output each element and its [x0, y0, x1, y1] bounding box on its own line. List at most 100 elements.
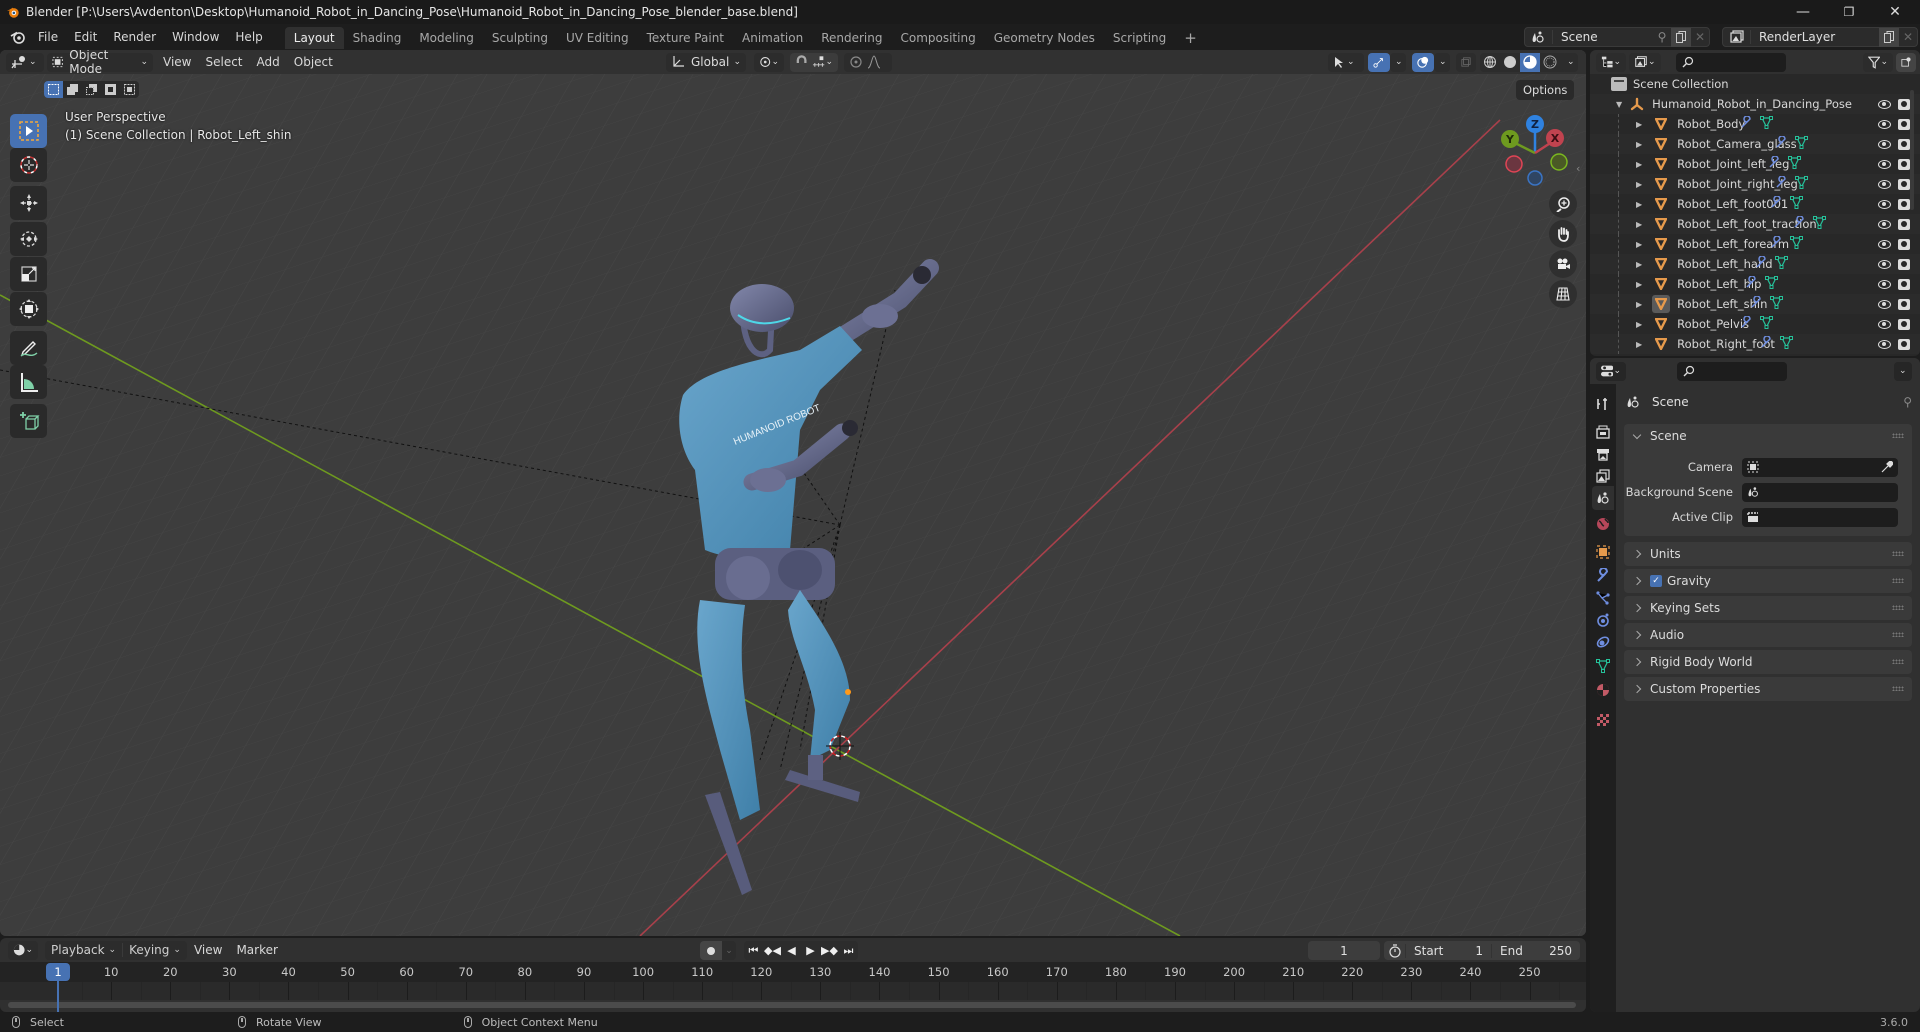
mesh-data-icon[interactable] — [1795, 136, 1808, 152]
tab-data[interactable] — [1592, 654, 1614, 678]
panel-header[interactable]: ✓ Gravity — [1624, 569, 1912, 593]
menu-render[interactable]: Render — [105, 24, 164, 50]
maximize-button[interactable]: ❐ — [1826, 0, 1872, 24]
mesh-object-icon[interactable] — [1652, 235, 1670, 253]
mesh-object-icon[interactable] — [1652, 175, 1670, 193]
modifier-wrench-icon[interactable] — [1770, 235, 1783, 252]
timeline-view-menu[interactable]: View — [187, 943, 229, 957]
rendered-shading-button[interactable] — [1540, 55, 1560, 69]
pivot-point-selector[interactable]: ⌄ — [754, 52, 784, 72]
visibility-eye-icon[interactable] — [1878, 319, 1891, 329]
outliner-object-row[interactable]: ▶ Robot_Left_foot_traction — [1590, 214, 1920, 234]
mesh-data-icon[interactable] — [1790, 196, 1803, 212]
options-button[interactable]: Options — [1516, 80, 1575, 100]
menu-object[interactable]: Object — [287, 55, 340, 69]
outliner-object-row[interactable]: ▶ Robot_Left_forearm — [1590, 234, 1920, 254]
outliner-object-row[interactable]: ▶ Robot_Left_foot001 — [1590, 194, 1920, 214]
pin-icon[interactable]: ⚲ — [1653, 30, 1671, 44]
gizmo-toggle[interactable] — [1368, 52, 1390, 72]
expand-arrow-icon[interactable]: ▶ — [1636, 200, 1642, 209]
select-subtract-button[interactable] — [82, 81, 101, 98]
panel-grip-icon[interactable] — [1892, 686, 1904, 691]
overlays-toggle[interactable] — [1412, 52, 1434, 72]
expand-arrow-icon[interactable]: ▶ — [1636, 160, 1642, 169]
panel-header[interactable]: Rigid Body World — [1624, 650, 1912, 674]
gizmo-neg-x[interactable] — [1505, 155, 1523, 173]
scene-name-field[interactable]: Scene — [1553, 30, 1653, 44]
render-camera-icon[interactable] — [1898, 118, 1910, 130]
render-camera-icon[interactable] — [1898, 218, 1910, 230]
panel-units[interactable]: Units — [1624, 542, 1912, 566]
render-camera-icon[interactable] — [1898, 238, 1910, 250]
mode-selector[interactable]: Object Mode ⌄ — [47, 50, 153, 76]
tool-scale[interactable] — [10, 257, 47, 291]
tab-output[interactable] — [1592, 442, 1614, 466]
visibility-eye-icon[interactable] — [1878, 119, 1891, 129]
current-frame-field[interactable]: 1 — [1308, 941, 1380, 960]
render-camera-icon[interactable] — [1898, 158, 1910, 170]
modifier-wrench-icon[interactable] — [1760, 335, 1773, 352]
visibility-eye-icon[interactable] — [1878, 259, 1891, 269]
jump-to-keyframe-next-button[interactable]: ▶◆ — [820, 944, 839, 957]
mesh-object-icon[interactable] — [1652, 135, 1670, 153]
expand-arrow-icon[interactable]: ▶ — [1636, 220, 1642, 229]
expand-arrow-icon[interactable]: ▶ — [1636, 280, 1642, 289]
panel-grip-icon[interactable] — [1892, 433, 1904, 438]
menu-file[interactable]: File — [30, 24, 66, 50]
view-layer-name-field[interactable]: RenderLayer — [1751, 30, 1879, 44]
visibility-eye-icon[interactable] — [1878, 339, 1891, 349]
mesh-object-icon[interactable] — [1652, 315, 1670, 333]
new-view-layer-icon[interactable] — [1879, 27, 1899, 47]
modifier-wrench-icon[interactable] — [1793, 215, 1806, 232]
outliner-editor-type-button[interactable]: ⌄ — [1596, 52, 1626, 72]
blender-menu-icon[interactable] — [10, 29, 26, 45]
solid-shading-button[interactable] — [1500, 55, 1520, 69]
select-invert-button[interactable] — [101, 81, 120, 98]
visibility-eye-icon[interactable] — [1878, 159, 1891, 169]
scene-browse-icon[interactable] — [1525, 30, 1553, 44]
display-mode-button[interactable]: ⌄ — [1629, 52, 1661, 72]
properties-options-dropdown[interactable]: ⌄ — [1894, 361, 1912, 381]
tab-animation[interactable]: Animation — [733, 27, 812, 49]
outliner-object-row[interactable]: ▶ Robot_Left_hand — [1590, 254, 1920, 274]
panel-rigid-body-world[interactable]: Rigid Body World — [1624, 650, 1912, 674]
mesh-data-icon[interactable] — [1775, 256, 1788, 272]
tool-cursor[interactable] — [10, 148, 47, 182]
render-camera-icon[interactable] — [1898, 318, 1910, 330]
gizmo-neg-z[interactable] — [1527, 170, 1543, 186]
scene-collection-row[interactable]: Scene Collection — [1590, 74, 1920, 94]
menu-window[interactable]: Window — [164, 24, 227, 50]
playhead[interactable]: 1 — [46, 963, 70, 981]
visibility-eye-icon[interactable] — [1878, 239, 1891, 249]
visibility-eye-icon[interactable] — [1878, 299, 1891, 309]
viewport-canvas[interactable]: HUMANOID ROBOT Z Y X — [0, 50, 1586, 936]
tab-physics[interactable] — [1592, 608, 1614, 632]
tab-texture[interactable] — [1592, 708, 1614, 732]
visibility-eye-icon[interactable] — [1878, 99, 1891, 109]
add-workspace-button[interactable]: + — [1175, 27, 1206, 49]
mesh-data-icon[interactable] — [1795, 176, 1808, 192]
panel-custom-properties[interactable]: Custom Properties — [1624, 677, 1912, 701]
timeline-scrollbar[interactable] — [8, 1002, 1576, 1008]
camera-view-button[interactable] — [1549, 250, 1577, 278]
collection-row[interactable]: ▼ Humanoid_Robot_in_Dancing_Pose — [1590, 94, 1920, 114]
menu-view[interactable]: View — [156, 55, 198, 69]
properties-editor-type-button[interactable]: ⌄ — [1596, 361, 1626, 381]
play-button[interactable]: ▶ — [801, 944, 820, 957]
start-frame-field[interactable]: Start 1 — [1406, 943, 1492, 958]
modifier-wrench-icon[interactable] — [1745, 275, 1758, 292]
tool-add-cube[interactable] — [10, 404, 47, 438]
tab-compositing[interactable]: Compositing — [891, 27, 984, 49]
mesh-object-icon[interactable] — [1652, 295, 1671, 313]
tool-measure[interactable] — [10, 365, 47, 399]
panel-grip-icon[interactable] — [1892, 551, 1904, 556]
tool-transform[interactable] — [10, 292, 47, 326]
tab-particles[interactable] — [1592, 586, 1614, 610]
panel-keying-sets[interactable]: Keying Sets — [1624, 596, 1912, 620]
mesh-object-icon[interactable] — [1652, 115, 1670, 133]
outliner-object-row[interactable]: ▶ Robot_Camera_glass — [1590, 134, 1920, 154]
auto-keying-toggle[interactable] — [700, 941, 722, 960]
mesh-object-icon[interactable] — [1652, 155, 1670, 173]
modifier-wrench-icon[interactable] — [1775, 135, 1788, 152]
tool-move[interactable] — [10, 186, 47, 220]
